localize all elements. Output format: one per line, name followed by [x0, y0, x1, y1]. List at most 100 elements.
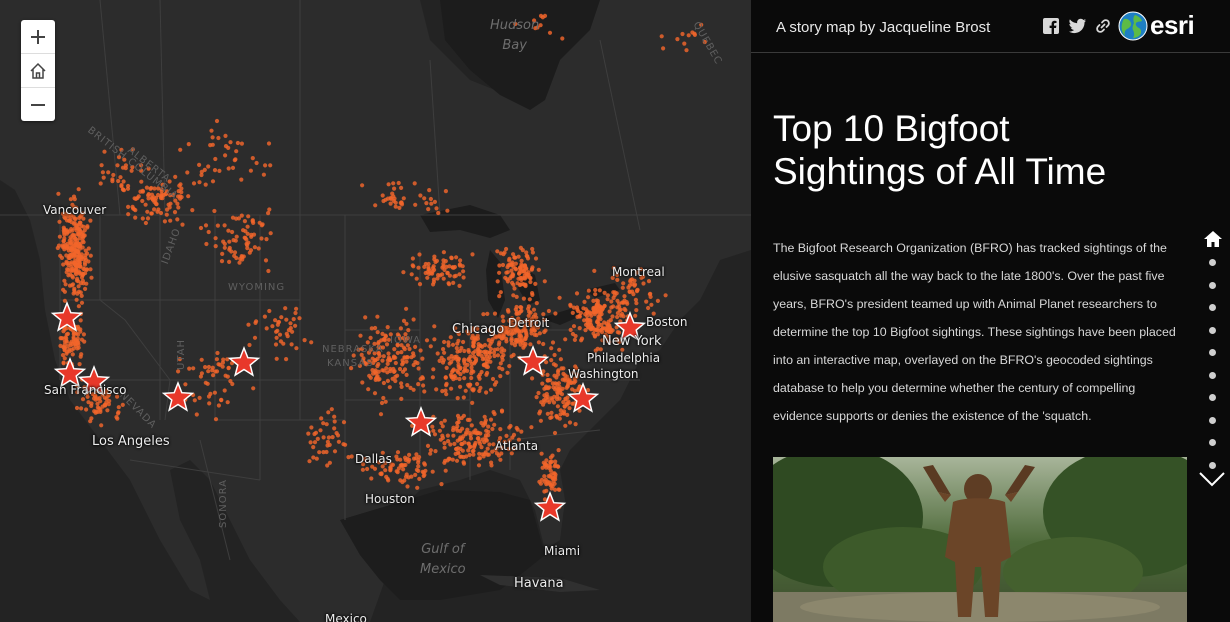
- nav-dot[interactable]: [1209, 371, 1216, 379]
- esri-logo[interactable]: esri: [1118, 10, 1195, 41]
- sighting-dot: [444, 381, 449, 386]
- sighting-dot: [326, 410, 331, 415]
- sighting-dot: [632, 278, 637, 283]
- sighting-dot: [99, 423, 104, 428]
- sighting-dot: [207, 401, 212, 406]
- city-label-montreal: Montreal: [612, 265, 665, 279]
- sighting-dot: [105, 408, 110, 413]
- sighting-dot: [78, 264, 83, 269]
- sighting-dot: [514, 304, 519, 310]
- next-section-button[interactable]: [1198, 470, 1226, 493]
- sighting-dot: [431, 264, 436, 269]
- nav-dot[interactable]: [1209, 394, 1216, 401]
- minus-icon: [31, 103, 45, 106]
- sighting-dot: [315, 436, 320, 441]
- sighting-dot: [557, 295, 562, 300]
- sighting-dot: [623, 308, 628, 313]
- sighting-dot: [375, 314, 380, 319]
- nav-dot[interactable]: [1209, 281, 1216, 289]
- sighting-dot: [483, 421, 488, 426]
- home-button[interactable]: [21, 54, 55, 88]
- sighting-dot: [649, 302, 654, 307]
- zoom-in-button[interactable]: [21, 20, 55, 54]
- sighting-dot: [72, 262, 78, 267]
- sighting-dot: [477, 451, 482, 456]
- sighting-dot: [311, 455, 316, 460]
- sighting-dot: [73, 242, 79, 247]
- sighting-dot: [404, 359, 409, 364]
- sighting-dot: [245, 231, 250, 236]
- sighting-dot: [156, 207, 161, 212]
- sighting-dot: [457, 283, 462, 288]
- sighting-dot: [454, 255, 459, 260]
- sighting-dot: [99, 163, 104, 168]
- sighting-dot: [222, 223, 227, 228]
- sighting-dot: [544, 463, 549, 468]
- sighting-dot: [517, 271, 522, 276]
- nav-dot[interactable]: [1209, 259, 1216, 266]
- sighting-dot: [627, 283, 632, 288]
- facebook-share-button[interactable]: [1043, 18, 1059, 34]
- sighting-dot: [428, 196, 433, 202]
- sighting-dot: [386, 182, 391, 187]
- sighting-dot: [457, 272, 462, 277]
- sighting-dot: [206, 369, 211, 374]
- sighting-dot: [381, 380, 386, 386]
- sighting-dot: [412, 181, 417, 186]
- sighting-dot: [393, 378, 398, 384]
- sighting-dot: [484, 438, 489, 443]
- sighting-dot: [528, 342, 533, 347]
- map-view[interactable]: Hudson Bay Gulf of Mexico BRITISH COLUMB…: [0, 0, 751, 622]
- sighting-dot: [526, 273, 531, 278]
- sighting-dot: [261, 172, 266, 177]
- body-line: determine the top 10 Bigfoot sightings. …: [773, 325, 1176, 339]
- city-label-boston: Boston: [646, 315, 688, 329]
- sighting-dot: [497, 294, 502, 299]
- sighting-dot: [428, 451, 433, 456]
- link-share-button[interactable]: [1095, 18, 1111, 34]
- sighting-dot: [476, 456, 482, 461]
- nav-home-button[interactable]: [1203, 230, 1223, 253]
- sighting-dot: [401, 467, 406, 472]
- sighting-dot: [621, 281, 626, 286]
- sighting-dot: [537, 479, 542, 484]
- sighting-dot: [458, 384, 463, 389]
- nav-dot[interactable]: [1209, 461, 1216, 469]
- twitter-share-button[interactable]: [1069, 18, 1087, 34]
- nav-dot[interactable]: [1209, 304, 1216, 311]
- nav-dot[interactable]: [1209, 326, 1216, 334]
- sighting-dot: [426, 266, 431, 272]
- sighting-dot: [262, 314, 267, 319]
- sighting-dot: [69, 242, 74, 247]
- sighting-dot: [426, 207, 431, 212]
- sighting-dot: [413, 202, 418, 207]
- sighting-dot: [467, 430, 472, 436]
- sighting-dot: [488, 417, 494, 422]
- byline: A story map by Jacqueline Brost: [776, 19, 991, 36]
- sighting-dot: [88, 253, 93, 258]
- sighting-dot: [187, 366, 192, 371]
- sighting-dot: [455, 446, 461, 451]
- sighting-dot: [179, 195, 184, 200]
- sighting-dot: [62, 278, 67, 283]
- sighting-dot: [539, 451, 544, 456]
- sighting-dot: [203, 365, 208, 370]
- sighting-dot: [591, 298, 596, 303]
- sighting-dot: [457, 348, 463, 354]
- sighting-dot: [225, 374, 230, 379]
- nav-dot[interactable]: [1209, 349, 1216, 356]
- nav-dot[interactable]: [1209, 439, 1216, 446]
- sighting-dot: [443, 468, 448, 473]
- sighting-dot: [81, 272, 86, 277]
- city-label-sanfrancisco: San Francisco: [44, 383, 127, 397]
- sighting-dot: [289, 342, 294, 347]
- sighting-dot: [405, 484, 410, 489]
- sighting-dot: [455, 341, 460, 346]
- sighting-dot: [466, 356, 471, 361]
- sighting-dot: [479, 420, 484, 426]
- nav-dot[interactable]: [1209, 416, 1216, 424]
- sighting-dot: [220, 251, 225, 256]
- sighting-dot: [190, 208, 195, 213]
- sighting-dot: [242, 219, 247, 224]
- zoom-out-button[interactable]: [21, 88, 55, 121]
